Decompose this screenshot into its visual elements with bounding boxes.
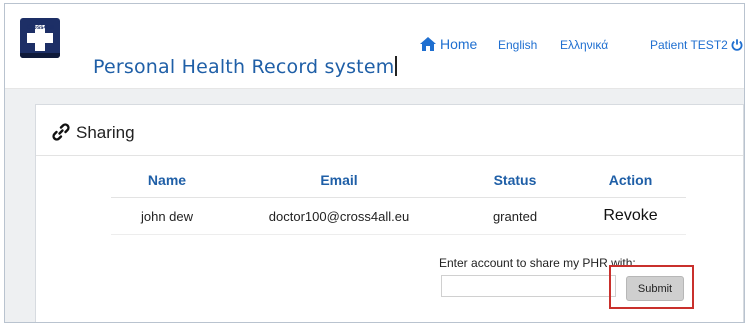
link-icon: [52, 123, 70, 141]
share-account-label: Enter account to share my PHR with:: [439, 256, 636, 270]
column-header-email: Email: [223, 163, 455, 198]
panel-title-text: Sharing: [76, 123, 135, 142]
nav-user-menu[interactable]: Patient TEST2: [650, 38, 743, 52]
panel-title: Sharing: [52, 123, 135, 143]
cell-name: john dew: [111, 197, 223, 235]
site-title: Personal Health Record system: [93, 56, 397, 78]
cell-status: granted: [455, 197, 575, 235]
revoke-button[interactable]: Revoke: [603, 207, 657, 224]
nav-home-link[interactable]: Home: [420, 36, 477, 52]
column-header-action: Action: [575, 163, 686, 198]
text-cursor: [395, 56, 397, 76]
sharing-table: Name Email Status Action john dew doctor…: [111, 163, 686, 235]
column-header-status: Status: [455, 163, 575, 198]
nav-language-english[interactable]: English: [498, 38, 537, 52]
power-icon[interactable]: [731, 39, 743, 51]
share-account-input[interactable]: [441, 275, 616, 297]
table-row: john dew doctor100@cross4all.eu granted …: [111, 197, 686, 235]
table-header-row: Name Email Status Action: [111, 163, 686, 198]
app-window: Cross4all Personal Health Record system …: [4, 3, 745, 323]
nav-user-label: Patient TEST2: [650, 38, 728, 52]
site-title-text: Personal Health Record system: [93, 56, 395, 78]
nav-language-greek[interactable]: Ελληνικά: [560, 38, 608, 52]
home-icon: [420, 37, 436, 51]
column-header-name: Name: [111, 163, 223, 198]
cell-email: doctor100@cross4all.eu: [223, 197, 455, 235]
submit-button[interactable]: Submit: [626, 276, 684, 301]
header: Cross4all Personal Health Record system …: [5, 4, 744, 89]
panel-divider: [36, 155, 743, 156]
logo-text: Cross4all: [26, 25, 54, 31]
sharing-panel: Sharing Name Email Status Action john de…: [35, 104, 744, 322]
nav-home-label: Home: [440, 36, 478, 52]
cell-action: Revoke: [575, 197, 686, 235]
top-nav: Home English Ελληνικά Patient TEST2: [5, 36, 744, 58]
